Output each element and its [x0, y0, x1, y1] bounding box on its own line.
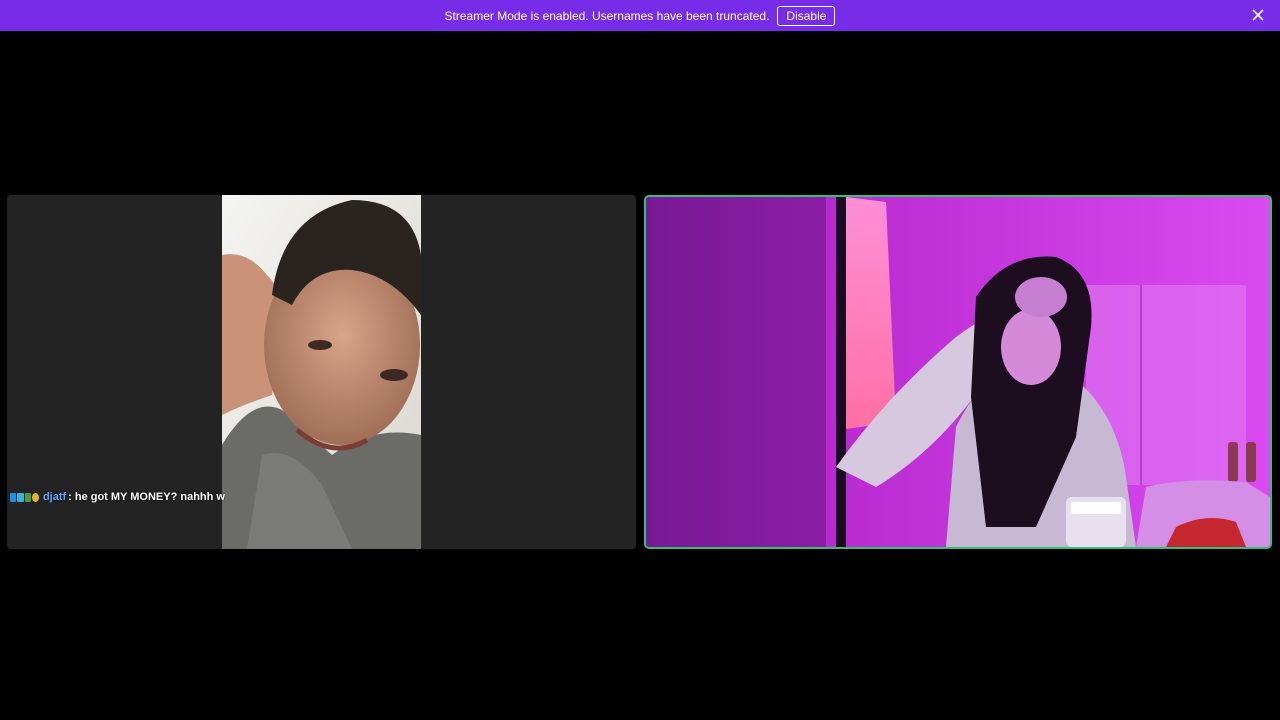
video-stage: djatf : he got MY MONEY? nahhh w — [0, 31, 1280, 720]
cube-badge-icon — [17, 492, 24, 502]
gift-badge-icon — [24, 492, 32, 502]
chat-message-overlay: djatf : he got MY MONEY? nahhh w — [10, 491, 225, 503]
coin-badge-icon — [32, 492, 39, 502]
participant-tile-right[interactable] — [644, 195, 1272, 549]
chat-message-text: he got MY MONEY? nahhh w — [74, 491, 225, 503]
close-icon[interactable] — [1252, 9, 1264, 21]
camera-feed-left — [222, 195, 421, 549]
banner-message: Streamer Mode is enabled. Usernames have… — [444, 8, 770, 23]
prime-badge-icon — [10, 492, 17, 502]
participant-tile-left[interactable]: djatf : he got MY MONEY? nahhh w — [7, 195, 636, 549]
streamer-mode-banner: Streamer Mode is enabled. Usernames have… — [0, 0, 1280, 31]
disable-streamer-mode-button[interactable]: Disable — [777, 5, 836, 26]
camera-feed-right — [646, 197, 1270, 547]
chat-separator: : — [68, 491, 72, 503]
chat-username[interactable]: djatf — [43, 491, 66, 503]
